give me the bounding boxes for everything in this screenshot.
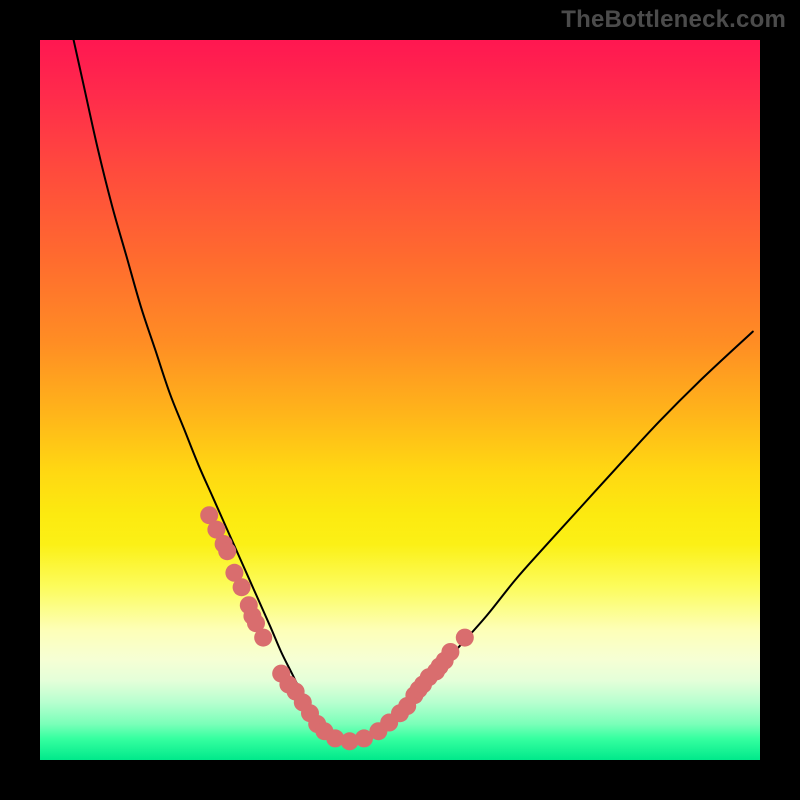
- watermark-text: TheBottleneck.com: [561, 6, 786, 34]
- curve-marker: [218, 542, 236, 560]
- curve-marker: [233, 578, 251, 596]
- curve-line: [69, 18, 753, 742]
- curve-marker: [254, 629, 272, 647]
- marker-cluster: [200, 506, 474, 750]
- chart-frame: TheBottleneck.com: [0, 0, 800, 800]
- curve-marker: [441, 643, 459, 661]
- bottleneck-curve: [40, 40, 760, 760]
- plot-area: [40, 40, 760, 760]
- curve-marker: [456, 629, 474, 647]
